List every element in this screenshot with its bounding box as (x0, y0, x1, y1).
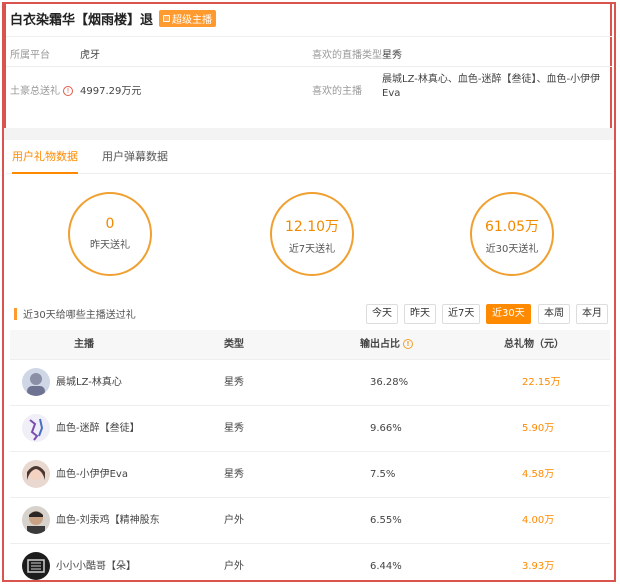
fav-anchor-line2: Eva (382, 88, 401, 99)
ratio-info-icon[interactable]: ! (403, 339, 413, 349)
stat-30days-value: 61.05万 (484, 219, 540, 235)
stat-7days-label: 近7天送礼 (288, 244, 336, 255)
table-header: 主播 类型 输出占比! 总礼物（元） (10, 330, 610, 360)
filter-7days[interactable]: 近7天 (442, 304, 481, 324)
anchor-type: 户外 (224, 561, 244, 572)
table-row[interactable]: 晨城LZ-林真心 星秀 36.28% 22.15万 (10, 360, 610, 406)
anchor-name[interactable]: 小小小酷哥【朵】 (56, 544, 136, 586)
filter-30days[interactable]: 近30天 (486, 304, 531, 324)
section-title-text: 近30天给哪些主播送过礼 (23, 310, 136, 321)
fav-type-value: 星秀 (382, 50, 402, 61)
anchor-name[interactable]: 血色-迷醉【叁徒】 (56, 406, 140, 452)
stat-yesterday-value: 0 (105, 216, 115, 232)
filter-this-week[interactable]: 本周 (538, 304, 570, 324)
info-warning-icon[interactable]: ! (63, 86, 73, 96)
total-gift-value: 4997.29万元 (80, 86, 142, 97)
stat-7days-value: 12.10万 (284, 219, 340, 235)
total-gift: 22.15万 (522, 377, 561, 388)
th-ratio: 输出占比! (360, 330, 413, 360)
output-ratio: 7.5% (370, 469, 396, 480)
anchor-name[interactable]: 血色-刘汞鸡【精神股东 (56, 498, 160, 544)
tab-gift-data[interactable]: 用户礼物数据 (12, 142, 78, 174)
anchor-type: 星秀 (224, 423, 244, 434)
total-gift: 5.90万 (522, 423, 555, 434)
badge-label: 超级主播 (172, 14, 213, 26)
section-title: 近30天给哪些主播送过礼 (14, 306, 136, 321)
anchor-name[interactable]: 血色-小伊伊Eva (56, 452, 128, 498)
streamer-header: 白衣染霜华【烟雨楼】退 超级主播 (10, 8, 217, 28)
fav-anchor-label: 喜欢的主播 (312, 86, 362, 97)
anchor-type: 星秀 (224, 377, 244, 388)
avatar (22, 368, 50, 396)
total-gift: 3.93万 (522, 561, 555, 572)
fav-anchor-line1: 晨城LZ-林真心、血色-迷醉【叁徒】、血色-小伊伊 (382, 74, 601, 85)
th-gift: 总礼物（元） (504, 339, 564, 350)
filter-this-month[interactable]: 本月 (576, 304, 608, 324)
anchor-type: 户外 (224, 515, 244, 526)
tab-danmaku-data[interactable]: 用户弹幕数据 (102, 142, 168, 174)
output-ratio: 6.44% (370, 561, 402, 572)
avatar (22, 460, 50, 488)
avatar (22, 414, 50, 442)
info-row-platform: 所属平台 虎牙 喜欢的直播类型 星秀 (6, 36, 612, 66)
table-row[interactable]: 血色-小伊伊Eva 星秀 7.5% 4.58万 (10, 452, 610, 498)
fav-anchor-value: 晨城LZ-林真心、血色-迷醉【叁徒】、血色-小伊伊 Eva (382, 73, 608, 101)
stat-30days: 61.05万 近30天送礼 (470, 192, 554, 276)
super-anchor-badge: 超级主播 (159, 9, 217, 27)
th-anchor: 主播 (74, 339, 94, 350)
info-row-gift: 土豪总送礼! 4997.29万元 喜欢的主播 晨城LZ-林真心、血色-迷醉【叁徒… (6, 66, 612, 110)
stat-30days-label: 近30天送礼 (485, 244, 539, 255)
stat-yesterday: 0 昨天送礼 (68, 192, 152, 276)
badge-icon (163, 14, 171, 22)
section-gap (4, 128, 614, 140)
platform-label: 所属平台 (10, 50, 50, 61)
avatar (22, 506, 50, 534)
total-gift: 4.00万 (522, 515, 555, 526)
stat-7days: 12.10万 近7天送礼 (270, 192, 354, 276)
data-tabs: 用户礼物数据 用户弹幕数据 (6, 142, 612, 174)
platform-value: 虎牙 (80, 50, 100, 61)
table-row[interactable]: 小小小酷哥【朵】 户外 6.44% 3.93万 (10, 544, 610, 586)
anchor-type: 星秀 (224, 469, 244, 480)
anchor-name[interactable]: 晨城LZ-林真心 (56, 360, 122, 406)
table-row[interactable]: 血色-刘汞鸡【精神股东 户外 6.55% 4.00万 (10, 498, 610, 544)
filter-yesterday[interactable]: 昨天 (404, 304, 436, 324)
th-ratio-text: 输出占比 (360, 339, 400, 350)
output-ratio: 9.66% (370, 423, 402, 434)
total-gift-label-text: 土豪总送礼 (10, 86, 60, 97)
avatar (22, 552, 50, 580)
table-row[interactable]: 血色-迷醉【叁徒】 星秀 9.66% 5.90万 (10, 406, 610, 452)
stat-yesterday-label: 昨天送礼 (90, 240, 130, 251)
output-ratio: 36.28% (370, 377, 409, 388)
total-gift: 4.58万 (522, 469, 555, 480)
fav-type-label: 喜欢的直播类型 (312, 50, 382, 61)
th-type: 类型 (224, 339, 244, 350)
section-accent-bar (14, 307, 17, 320)
streamer-name: 白衣染霜华【烟雨楼】退 (10, 12, 154, 28)
total-gift-label: 土豪总送礼! (10, 82, 73, 97)
output-ratio: 6.55% (370, 515, 402, 526)
filter-today[interactable]: 今天 (366, 304, 398, 324)
